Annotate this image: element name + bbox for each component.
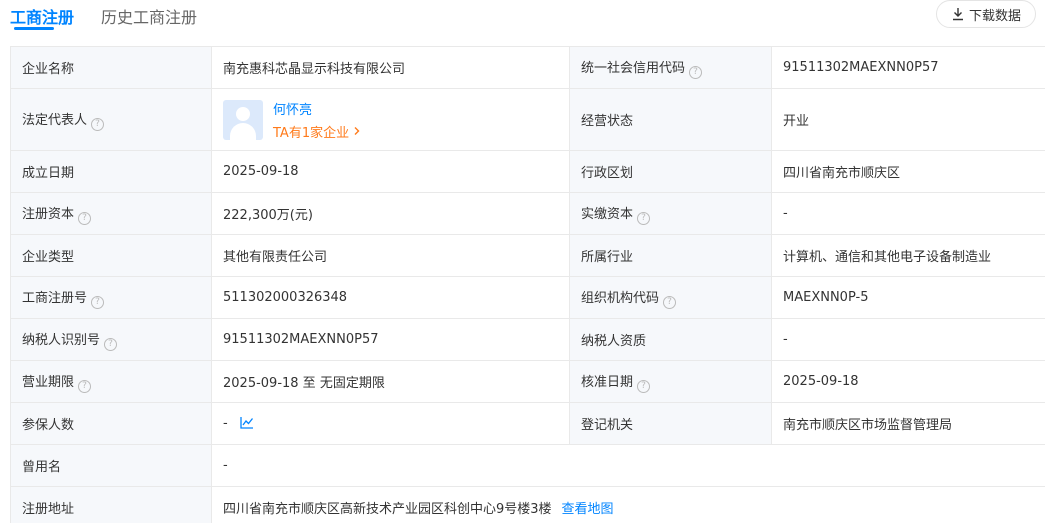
label-industry: 所属行业 <box>569 234 772 277</box>
label-legal-rep: 法定代表人? <box>10 88 212 151</box>
table-row: 成立日期 2025-09-18 行政区划 四川省南充市顺庆区 <box>10 150 1045 193</box>
table-row: 营业期限? 2025-09-18 至 无固定期限 核准日期? 2025-09-1… <box>10 360 1045 403</box>
view-map-link[interactable]: 查看地图 <box>562 502 614 517</box>
label-company-type: 企业类型 <box>10 234 212 277</box>
table-row: 企业类型 其他有限责任公司 所属行业 计算机、通信和其他电子设备制造业 <box>10 234 1045 277</box>
label-registered-capital-text: 注册资本 <box>22 206 75 222</box>
label-taxpayer-id-text: 纳税人识别号 <box>22 332 101 348</box>
value-legal-rep: 何怀亮 TA有1家企业 <box>211 88 570 151</box>
value-org-code: MAEXNN0P-5 <box>771 276 1045 319</box>
legal-rep-name-link[interactable]: 何怀亮 <box>273 99 362 118</box>
business-info-table: 企业名称 南充惠科芯晶显示科技有限公司 统一社会信用代码? 91511302MA… <box>10 46 1045 523</box>
value-business-term: 2025-09-18 至 无固定期限 <box>211 360 570 403</box>
label-taxpayer-qualification: 纳税人资质 <box>569 318 772 361</box>
value-registered-capital: 222,300万(元) <box>211 192 570 235</box>
value-insured-count-text: - <box>223 416 228 431</box>
label-operating-status: 经营状态 <box>569 88 772 151</box>
tab-business-registration[interactable]: 工商注册 <box>10 4 74 28</box>
label-business-term: 营业期限? <box>10 360 212 403</box>
value-registration-authority: 南充市顺庆区市场监督管理局 <box>771 402 1045 445</box>
table-row: 参保人数 - 登记机关 南充市顺庆区市场监督管理局 <box>10 402 1045 445</box>
table-row: 注册地址 四川省南充市顺庆区高新技术产业园区科创中心9号楼3楼 查看地图 <box>10 486 1045 523</box>
label-admin-division: 行政区划 <box>569 150 772 193</box>
help-icon[interactable]: ? <box>78 211 92 225</box>
label-paid-capital-text: 实缴资本 <box>581 206 634 222</box>
value-company-type: 其他有限责任公司 <box>211 234 570 277</box>
help-icon[interactable]: ? <box>689 65 703 79</box>
value-credit-code: 91511302MAEXNN0P57 <box>771 46 1045 89</box>
legal-rep-card: 何怀亮 TA有1家企业 <box>223 99 558 141</box>
value-taxpayer-qualification: - <box>771 318 1045 361</box>
value-registration-number: 511302000326348 <box>211 276 570 319</box>
download-icon <box>952 8 963 21</box>
label-approval-date-text: 核准日期 <box>581 374 634 390</box>
value-company-name: 南充惠科芯晶显示科技有限公司 <box>211 46 570 89</box>
table-row: 法定代表人? 何怀亮 TA有1家企业 经营状态 开业 <box>10 88 1045 151</box>
tab-bar: 工商注册 历史工商注册 下载数据 <box>0 0 1045 46</box>
value-industry: 计算机、通信和其他电子设备制造业 <box>771 234 1045 277</box>
value-established-date: 2025-09-18 <box>211 150 570 193</box>
label-org-code: 组织机构代码? <box>569 276 772 319</box>
label-paid-capital: 实缴资本? <box>569 192 772 235</box>
value-admin-division: 四川省南充市顺庆区 <box>771 150 1045 193</box>
value-approval-date: 2025-09-18 <box>771 360 1045 403</box>
label-legal-rep-text: 法定代表人 <box>22 112 88 128</box>
table-row: 工商注册号? 511302000326348 组织机构代码? MAEXNN0P-… <box>10 276 1045 319</box>
value-registered-address-text: 四川省南充市顺庆区高新技术产业园区科创中心9号楼3楼 <box>223 502 552 517</box>
avatar[interactable] <box>223 99 263 140</box>
table-row: 企业名称 南充惠科芯晶显示科技有限公司 统一社会信用代码? 91511302MA… <box>10 46 1045 89</box>
help-icon[interactable]: ? <box>663 295 677 309</box>
value-operating-status: 开业 <box>771 88 1045 151</box>
label-company-name: 企业名称 <box>10 46 212 89</box>
trend-chart-icon[interactable] <box>240 416 254 429</box>
help-icon[interactable]: ? <box>78 379 92 393</box>
label-registration-number: 工商注册号? <box>10 276 212 319</box>
legal-rep-companies-link[interactable]: TA有1家企业 <box>273 122 362 141</box>
table-row: 注册资本? 222,300万(元) 实缴资本? - <box>10 192 1045 235</box>
label-org-code-text: 组织机构代码 <box>581 290 660 306</box>
download-data-button[interactable]: 下载数据 <box>936 0 1036 28</box>
value-registered-address: 四川省南充市顺庆区高新技术产业园区科创中心9号楼3楼 查看地图 <box>211 486 1045 523</box>
chevron-right-icon <box>354 127 360 135</box>
value-insured-count: - <box>211 402 570 445</box>
label-credit-code-text: 统一社会信用代码 <box>581 60 686 76</box>
download-data-label: 下载数据 <box>968 8 1021 24</box>
value-paid-capital: - <box>771 192 1045 235</box>
label-credit-code: 统一社会信用代码? <box>569 46 772 89</box>
label-business-term-text: 营业期限 <box>22 374 75 390</box>
help-icon[interactable]: ? <box>104 337 118 351</box>
help-icon[interactable]: ? <box>91 295 105 309</box>
label-registered-capital: 注册资本? <box>10 192 212 235</box>
table-row: 纳税人识别号? 91511302MAEXNN0P57 纳税人资质 - <box>10 318 1045 361</box>
label-former-name: 曾用名 <box>10 444 212 487</box>
label-insured-count: 参保人数 <box>10 402 212 445</box>
tab-history-registration[interactable]: 历史工商注册 <box>101 4 197 28</box>
value-taxpayer-id: 91511302MAEXNN0P57 <box>211 318 570 361</box>
label-approval-date: 核准日期? <box>569 360 772 403</box>
label-taxpayer-id: 纳税人识别号? <box>10 318 212 361</box>
label-established-date: 成立日期 <box>10 150 212 193</box>
value-former-name: - <box>211 444 1045 487</box>
label-registration-authority: 登记机关 <box>569 402 772 445</box>
help-icon[interactable]: ? <box>91 117 105 131</box>
help-icon[interactable]: ? <box>637 211 651 225</box>
label-registration-number-text: 工商注册号 <box>22 290 88 306</box>
help-icon[interactable]: ? <box>637 379 651 393</box>
legal-rep-companies-text: TA有1家企业 <box>273 125 350 141</box>
active-tab-indicator <box>14 27 54 30</box>
table-row: 曾用名 - <box>10 444 1045 487</box>
label-registered-address: 注册地址 <box>10 486 212 523</box>
